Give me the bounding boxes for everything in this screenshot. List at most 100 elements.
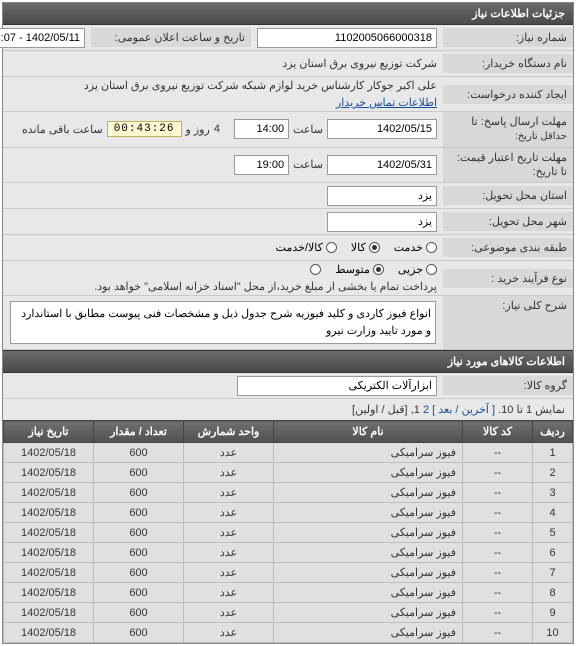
- radio-mid[interactable]: متوسط: [335, 263, 384, 276]
- pager-p1: 1,: [411, 404, 420, 416]
- pager-p2[interactable]: 2: [423, 404, 429, 416]
- city-field[interactable]: [327, 212, 437, 232]
- province-field[interactable]: [327, 186, 437, 206]
- cell-date: 1402/05/18: [4, 483, 94, 503]
- cell-code: --: [463, 583, 533, 603]
- goods-table: ردیف کد کالا نام کالا واحد شمارش تعداد /…: [3, 420, 573, 643]
- cell-code: --: [463, 523, 533, 543]
- cell-qty: 600: [94, 443, 184, 463]
- table-header-row: ردیف کد کالا نام کالا واحد شمارش تعداد /…: [4, 421, 573, 443]
- table-row[interactable]: 4--فیوز سرامیکیعدد6001402/05/18: [4, 503, 573, 523]
- cell-n: 8: [533, 583, 573, 603]
- cell-unit: عدد: [184, 583, 274, 603]
- label-org: نام دستگاه خریدار:: [443, 54, 573, 73]
- goods-group-field[interactable]: [237, 376, 437, 396]
- label-overall-desc: شرح کلی نیاز:: [443, 296, 573, 349]
- radio-low[interactable]: جزیی: [398, 263, 437, 276]
- label-need-no: شماره نیاز:: [443, 28, 573, 47]
- cell-unit: عدد: [184, 543, 274, 563]
- cell-qty: 600: [94, 603, 184, 623]
- table-row[interactable]: 5--فیوز سرامیکیعدد6001402/05/18: [4, 523, 573, 543]
- table-row[interactable]: 6--فیوز سرامیکیعدد6001402/05/18: [4, 543, 573, 563]
- cell-name: فیوز سرامیکی: [274, 523, 463, 543]
- cell-date: 1402/05/18: [4, 623, 94, 643]
- label-reply-deadline: مهلت ارسال پاسخ: تا حداقل تاریخ:: [443, 112, 573, 147]
- cell-date: 1402/05/18: [4, 443, 94, 463]
- cell-name: فیوز سرامیکی: [274, 463, 463, 483]
- need-no-field[interactable]: [257, 28, 437, 48]
- th-unit[interactable]: واحد شمارش: [184, 421, 274, 443]
- radio-goods[interactable]: کالا: [351, 241, 380, 254]
- cell-code: --: [463, 503, 533, 523]
- label-day-and: روز و: [186, 123, 210, 136]
- topic-radio-group: خدمت کالا کالا/خدمت: [276, 241, 437, 254]
- pager-last[interactable]: [ آخرین: [462, 404, 495, 416]
- cell-n: 3: [533, 483, 573, 503]
- cell-unit: عدد: [184, 483, 274, 503]
- label-goods-group: گروه کالا:: [443, 376, 573, 395]
- label-creator: ایجاد کننده درخواست:: [443, 85, 573, 104]
- cell-n: 9: [533, 603, 573, 623]
- cell-n: 5: [533, 523, 573, 543]
- cell-code: --: [463, 463, 533, 483]
- creator-name: علی اکبر جوکار کارشناس خرید لوازم شبکه ش…: [84, 79, 437, 92]
- cell-name: فیوز سرامیکی: [274, 483, 463, 503]
- cell-qty: 600: [94, 463, 184, 483]
- cell-unit: عدد: [184, 503, 274, 523]
- cell-date: 1402/05/18: [4, 543, 94, 563]
- label-city: شهر محل تحویل:: [443, 212, 573, 231]
- cell-code: --: [463, 483, 533, 503]
- cell-qty: 600: [94, 623, 184, 643]
- cell-n: 2: [533, 463, 573, 483]
- label-credit-until: مهلت تاریخ اعتبار قیمت: تا تاریخ:: [443, 148, 573, 183]
- table-row[interactable]: 10--فیوز سرامیکیعدد6001402/05/18: [4, 623, 573, 643]
- label-process: نوع فرآیند خرید :: [443, 269, 573, 288]
- reply-time-field[interactable]: [234, 119, 289, 139]
- th-row[interactable]: ردیف: [533, 421, 573, 443]
- cell-qty: 600: [94, 483, 184, 503]
- table-body: 1--فیوز سرامیکیعدد6001402/05/182--فیوز س…: [4, 443, 573, 643]
- label-time-left: ساعت باقی مانده: [22, 123, 103, 136]
- radio-goods-service[interactable]: کالا/خدمت: [276, 241, 337, 254]
- label-hour-1: ساعت: [293, 123, 323, 136]
- countdown-timer: 00:43:26: [107, 121, 182, 137]
- table-row[interactable]: 9--فیوز سرامیکیعدد6001402/05/18: [4, 603, 573, 623]
- cell-qty: 600: [94, 583, 184, 603]
- label-deadline-sub: حداقل تاریخ:: [515, 131, 567, 142]
- credit-time-field[interactable]: [234, 155, 289, 175]
- cell-unit: عدد: [184, 623, 274, 643]
- panel-title: جزئیات اطلاعات نیاز: [3, 3, 573, 25]
- pub-date-field[interactable]: [0, 28, 85, 48]
- label-topic: طبقه بندی موضوعی:: [443, 238, 573, 257]
- cell-unit: عدد: [184, 463, 274, 483]
- cell-n: 7: [533, 563, 573, 583]
- buyer-info-link[interactable]: اطلاعات تماس خریدار: [336, 96, 437, 109]
- pager-next[interactable]: / بعد ]: [432, 404, 458, 416]
- cell-name: فیوز سرامیکی: [274, 503, 463, 523]
- table-row[interactable]: 7--فیوز سرامیکیعدد6001402/05/18: [4, 563, 573, 583]
- th-date[interactable]: تاریخ نیاز: [4, 421, 94, 443]
- cell-qty: 600: [94, 523, 184, 543]
- details-panel: جزئیات اطلاعات نیاز شماره نیاز: تاریخ و …: [2, 2, 574, 644]
- cell-date: 1402/05/18: [4, 503, 94, 523]
- cell-date: 1402/05/18: [4, 523, 94, 543]
- table-row[interactable]: 2--فیوز سرامیکیعدد6001402/05/18: [4, 463, 573, 483]
- table-row[interactable]: 8--فیوز سرامیکیعدد6001402/05/18: [4, 583, 573, 603]
- pager-prev-first: [قبل / اولین]: [352, 404, 408, 416]
- cell-name: فیوز سرامیکی: [274, 583, 463, 603]
- credit-date-field[interactable]: [327, 155, 437, 175]
- cell-n: 4: [533, 503, 573, 523]
- treasury-note: پرداخت تمام یا بخشی از مبلغ خرید،از محل …: [94, 280, 437, 293]
- reply-date-field[interactable]: [327, 119, 437, 139]
- table-row[interactable]: 1--فیوز سرامیکیعدد6001402/05/18: [4, 443, 573, 463]
- th-name[interactable]: نام کالا: [274, 421, 463, 443]
- overall-desc-text: انواع فیوز کاردی و کلید فیوزیه شرح جدول …: [10, 301, 436, 344]
- cell-n: 10: [533, 623, 573, 643]
- th-code[interactable]: کد کالا: [463, 421, 533, 443]
- th-qty[interactable]: تعداد / مقدار: [94, 421, 184, 443]
- radio-service[interactable]: خدمت: [394, 241, 437, 254]
- goods-section-title: اطلاعات کالاهای مورد نیاز: [3, 350, 573, 373]
- table-row[interactable]: 3--فیوز سرامیکیعدد6001402/05/18: [4, 483, 573, 503]
- cell-name: فیوز سرامیکی: [274, 603, 463, 623]
- treasury-check[interactable]: [310, 264, 321, 275]
